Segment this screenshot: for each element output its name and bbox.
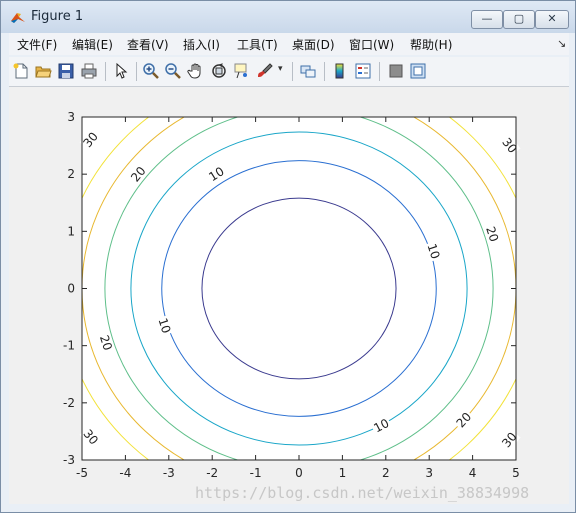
x-tick-label: 5 bbox=[512, 466, 520, 480]
toolbar-separator bbox=[379, 62, 380, 81]
x-tick-label: 3 bbox=[425, 466, 433, 480]
pan-hand-icon[interactable] bbox=[187, 62, 205, 80]
y-tick-label: 2 bbox=[67, 167, 75, 181]
minimize-button[interactable]: — bbox=[471, 10, 503, 29]
axes-background bbox=[82, 117, 516, 460]
menu-file[interactable]: 文件(F) bbox=[17, 36, 57, 53]
watermark-url: https://blog.csdn.net/weixin_38834998 bbox=[195, 484, 530, 502]
toolbar-separator bbox=[136, 62, 137, 81]
toolbar-separator bbox=[105, 62, 106, 81]
y-tick-label: 3 bbox=[67, 110, 75, 124]
x-tick-label: -1 bbox=[250, 466, 262, 480]
legend-icon[interactable] bbox=[354, 62, 372, 80]
menu-window[interactable]: 窗口(W) bbox=[349, 36, 394, 53]
y-tick-label: 1 bbox=[67, 224, 75, 238]
colorbar-icon[interactable] bbox=[331, 62, 349, 80]
y-tick-label: -2 bbox=[63, 396, 75, 410]
new-figure-icon[interactable] bbox=[12, 62, 30, 80]
menu-edit[interactable]: 编辑(E) bbox=[72, 36, 113, 53]
y-tick-label: 0 bbox=[67, 282, 75, 296]
menu-tools[interactable]: 工具(T) bbox=[237, 36, 278, 53]
menu-overflow-icon[interactable]: ↘ bbox=[557, 37, 566, 50]
x-tick-label: -3 bbox=[163, 466, 175, 480]
brush-icon[interactable] bbox=[256, 62, 274, 80]
title-bar[interactable]: Figure 1 — ▢ ✕ bbox=[1, 1, 575, 33]
brush-dropdown-arrow-icon[interactable]: ▾ bbox=[278, 64, 286, 74]
maximize-button[interactable]: ▢ bbox=[503, 10, 535, 29]
menu-desktop[interactable]: 桌面(D) bbox=[292, 36, 335, 53]
edit-plot-arrow-icon[interactable] bbox=[112, 62, 130, 80]
x-tick-label: -4 bbox=[119, 466, 131, 480]
data-cursor-icon[interactable] bbox=[233, 62, 251, 80]
x-tick-label: 1 bbox=[339, 466, 347, 480]
hide-plot-tools-icon[interactable] bbox=[387, 62, 405, 80]
zoom-in-icon[interactable] bbox=[142, 62, 160, 80]
x-tick-label: 2 bbox=[382, 466, 390, 480]
y-tick-label: -3 bbox=[63, 453, 75, 467]
zoom-out-icon[interactable] bbox=[164, 62, 182, 80]
matlab-logo-icon bbox=[11, 13, 25, 23]
close-button[interactable]: ✕ bbox=[535, 10, 569, 29]
menu-help[interactable]: 帮助(H) bbox=[410, 36, 452, 53]
menu-bar: 文件(F) 编辑(E) 查看(V) 插入(I) 工具(T) 桌面(D) 窗口(W… bbox=[9, 33, 569, 55]
contour-plot[interactable]: 3020 10302010102010 2030 30 -5 -4 -3 -2 -1 0 1 2 3 4… bbox=[9, 87, 569, 504]
menu-view[interactable]: 查看(V) bbox=[127, 36, 169, 53]
y-tick-label: -1 bbox=[63, 339, 75, 353]
menu-insert[interactable]: 插入(I) bbox=[183, 36, 220, 53]
open-file-icon[interactable] bbox=[34, 62, 52, 80]
x-tick-label: 0 bbox=[295, 466, 303, 480]
save-icon[interactable] bbox=[57, 62, 75, 80]
figure-window: Figure 1 — ▢ ✕ 文件(F) 编辑(E) 查看(V) 插入(I) 工… bbox=[0, 0, 576, 513]
toolbar: ▾ bbox=[9, 57, 569, 87]
show-plot-tools-icon[interactable] bbox=[409, 62, 427, 80]
rotate-3d-icon[interactable] bbox=[210, 62, 228, 80]
x-tick-label: -2 bbox=[206, 466, 218, 480]
x-tick-label: -5 bbox=[76, 466, 88, 480]
x-tick-label: 4 bbox=[469, 466, 477, 480]
print-icon[interactable] bbox=[80, 62, 98, 80]
figure-canvas: 30 20 10 30 20 10 10 20 10 20 30 30 -5 -4 -3 -2 -1 0 1 2 3 4… bbox=[9, 87, 569, 504]
window-title: Figure 1 bbox=[31, 9, 84, 24]
toolbar-separator bbox=[324, 62, 325, 81]
toolbar-separator bbox=[292, 62, 293, 81]
link-plot-icon[interactable] bbox=[299, 62, 317, 80]
